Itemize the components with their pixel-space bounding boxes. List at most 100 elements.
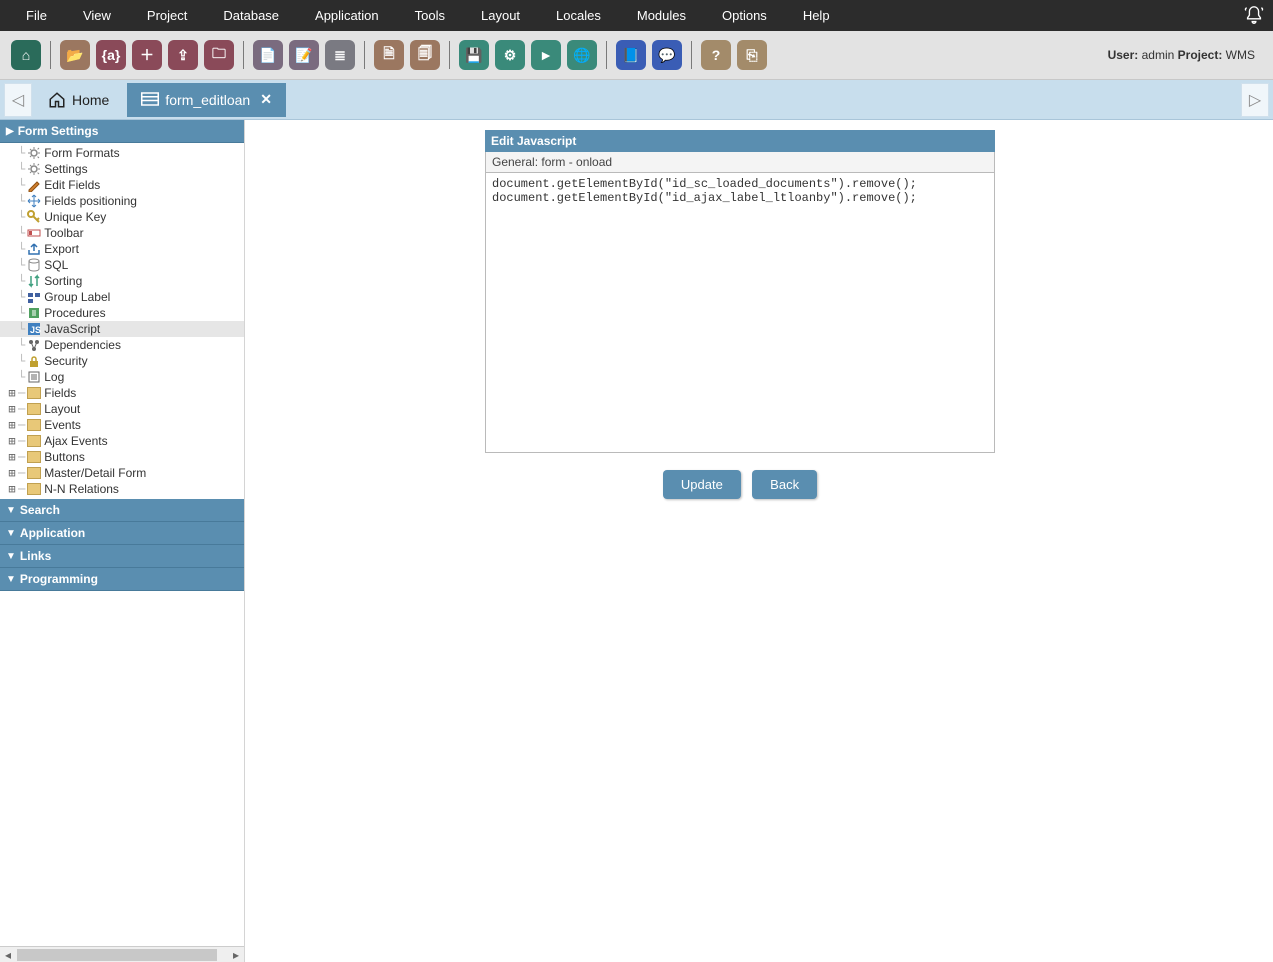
panel-programming[interactable]: ▼Programming — [0, 568, 244, 591]
toolbar-page-edit-button[interactable]: 📝 — [289, 40, 319, 70]
toolbar-exit-button[interactable]: ⎘ — [737, 40, 767, 70]
tree-item-export[interactable]: └Export — [0, 241, 244, 257]
update-button[interactable]: Update — [663, 470, 741, 499]
svg-text:JS: JS — [30, 325, 41, 335]
toolbar-gear-button[interactable]: ⚙ — [495, 40, 525, 70]
tree-folder-label: Layout — [44, 402, 80, 416]
tree-item-sorting[interactable]: └Sorting — [0, 273, 244, 289]
scroll-left-icon[interactable]: ◂ — [0, 948, 16, 962]
sidebar-horizontal-scrollbar[interactable]: ◂ ▸ — [0, 946, 244, 962]
toolbar-plus-button[interactable]: ＋ — [132, 40, 162, 70]
proc-icon — [27, 306, 41, 320]
tree-item-label: JavaScript — [44, 322, 100, 336]
tree-folder-master-detail-form[interactable]: ⊞─Master/Detail Form — [0, 465, 244, 481]
tree-item-dependencies[interactable]: └Dependencies — [0, 337, 244, 353]
toolbar: ⌂📂{a}＋⇪🗀📄📝≣🗎🗐💾⚙►🌐📘💬?⎘User: admin Project… — [0, 31, 1273, 80]
tree-folder-n-n-relations[interactable]: ⊞─N-N Relations — [0, 481, 244, 497]
toolbar-chat-button[interactable]: 💬 — [652, 40, 682, 70]
expand-icon[interactable]: ⊞ — [6, 402, 18, 416]
toolbar-doc2-button[interactable]: 🗐 — [410, 40, 440, 70]
menu-database[interactable]: Database — [205, 8, 297, 23]
tab-scroll-left[interactable]: ◁ — [4, 83, 32, 117]
panel-form-settings[interactable]: ▶ Form Settings — [0, 120, 244, 143]
toolbar-help-button[interactable]: ? — [701, 40, 731, 70]
toolbar-save-button[interactable]: 💾 — [459, 40, 489, 70]
open-icon: 📂 — [66, 47, 83, 64]
code-textarea[interactable] — [485, 173, 995, 453]
scroll-right-icon[interactable]: ▸ — [228, 948, 244, 962]
toolbar-globe-button[interactable]: 🌐 — [567, 40, 597, 70]
expand-icon[interactable]: ⊞ — [6, 466, 18, 480]
tree-item-security[interactable]: └Security — [0, 353, 244, 369]
menu-project[interactable]: Project — [129, 8, 205, 23]
menu-view[interactable]: View — [65, 8, 129, 23]
menu-file[interactable]: File — [8, 8, 65, 23]
tree-folder-label: Ajax Events — [44, 434, 107, 448]
panel-links[interactable]: ▼Links — [0, 545, 244, 568]
panel-application[interactable]: ▼Application — [0, 522, 244, 545]
menu-modules[interactable]: Modules — [619, 8, 704, 23]
toolbar-brace-button[interactable]: {a} — [96, 40, 126, 70]
expand-icon[interactable]: ⊞ — [6, 482, 18, 496]
tree-item-fields-positioning[interactable]: └Fields positioning — [0, 193, 244, 209]
toolbar-play-button[interactable]: ► — [531, 40, 561, 70]
toolbar-home-button[interactable]: ⌂ — [11, 40, 41, 70]
page-plus-icon: 📄 — [259, 47, 276, 64]
toolbar-doc-button[interactable]: 🗎 — [374, 40, 404, 70]
toolbar-folder-button[interactable]: 🗀 — [204, 40, 234, 70]
collapse-icon: ▼ — [6, 528, 16, 539]
tree-item-settings[interactable]: └Settings — [0, 161, 244, 177]
tree-folder-layout[interactable]: ⊞─Layout — [0, 401, 244, 417]
tree-item-label: Group Label — [44, 290, 110, 304]
toolbar-stack-button[interactable]: ≣ — [325, 40, 355, 70]
menu-locales[interactable]: Locales — [538, 8, 619, 23]
lock-icon — [27, 354, 41, 368]
tree-folder-buttons[interactable]: ⊞─Buttons — [0, 449, 244, 465]
tree-folder-ajax-events[interactable]: ⊞─Ajax Events — [0, 433, 244, 449]
collapse-icon: ▼ — [6, 551, 16, 562]
menu-layout[interactable]: Layout — [463, 8, 538, 23]
panel-form-settings-label: Form Settings — [18, 124, 99, 138]
tree-item-unique-key[interactable]: └Unique Key — [0, 209, 244, 225]
toolbar-icon — [27, 226, 41, 240]
sort-icon — [27, 274, 41, 288]
expand-icon[interactable]: ⊞ — [6, 386, 18, 400]
tree-item-form-formats[interactable]: └Form Formats — [0, 145, 244, 161]
tree-item-label: Edit Fields — [44, 178, 100, 192]
expand-icon[interactable]: ⊞ — [6, 418, 18, 432]
tree-item-log[interactable]: └Log — [0, 369, 244, 385]
tree-item-procedures[interactable]: └Procedures — [0, 305, 244, 321]
js-icon: JS — [27, 322, 41, 336]
toolbar-open-button[interactable]: 📂 — [60, 40, 90, 70]
tab-scroll-right[interactable]: ▷ — [1241, 83, 1269, 117]
panel-label: Programming — [20, 572, 98, 586]
tree-item-edit-fields[interactable]: └Edit Fields — [0, 177, 244, 193]
tab-close[interactable]: ✕ — [260, 91, 272, 108]
menu-help[interactable]: Help — [785, 8, 848, 23]
tab-home[interactable]: Home — [34, 83, 123, 117]
toolbar-separator — [691, 41, 692, 69]
menu-options[interactable]: Options — [704, 8, 785, 23]
tree-item-toolbar[interactable]: └Toolbar — [0, 225, 244, 241]
brace-icon: {a} — [102, 47, 121, 63]
export-icon — [27, 242, 41, 256]
expand-icon[interactable]: ⊞ — [6, 450, 18, 464]
toolbar-book-button[interactable]: 📘 — [616, 40, 646, 70]
tree-item-label: Log — [44, 370, 64, 384]
toolbar-page-plus-button[interactable]: 📄 — [253, 40, 283, 70]
tree-folder-fields[interactable]: ⊞─Fields — [0, 385, 244, 401]
tree-folder-events[interactable]: ⊞─Events — [0, 417, 244, 433]
tree-item-group-label[interactable]: └Group Label — [0, 289, 244, 305]
menu-application[interactable]: Application — [297, 8, 397, 23]
menu-tools[interactable]: Tools — [397, 8, 463, 23]
toolbar-box-button[interactable]: ⇪ — [168, 40, 198, 70]
expand-icon[interactable]: ⊞ — [6, 434, 18, 448]
notifications-icon[interactable] — [1243, 5, 1265, 27]
tab-form-editloan[interactable]: form_editloan ✕ — [127, 83, 286, 117]
play-icon: ► — [539, 47, 553, 63]
tree-item-sql[interactable]: └SQL — [0, 257, 244, 273]
panel-search[interactable]: ▼Search — [0, 499, 244, 522]
toolbar-separator — [449, 41, 450, 69]
tree-item-javascript[interactable]: └JSJavaScript — [0, 321, 244, 337]
back-button[interactable]: Back — [752, 470, 817, 499]
